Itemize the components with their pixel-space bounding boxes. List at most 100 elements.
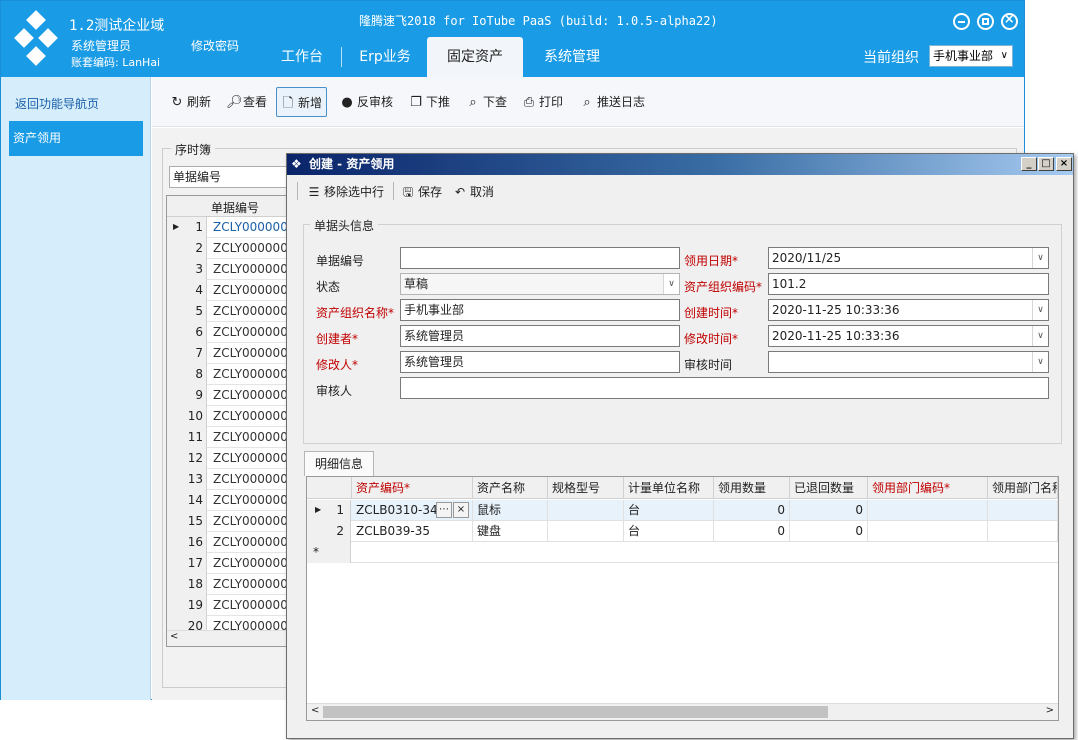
bill-no-cell[interactable]: ZCLY000000 bbox=[213, 343, 288, 363]
unit-cell[interactable]: 台 bbox=[624, 500, 714, 521]
creator-field[interactable]: 系统管理员 bbox=[400, 325, 680, 347]
table-row[interactable]: 13 ZCLY000000 bbox=[167, 469, 288, 490]
new-row[interactable]: * bbox=[307, 542, 1058, 563]
scrollbar-thumb[interactable] bbox=[323, 706, 828, 718]
bill-no-cell[interactable]: ZCLY000000 bbox=[213, 511, 288, 531]
returned-cell[interactable]: 0 bbox=[790, 521, 868, 542]
table-row[interactable]: 17 ZCLY000000 bbox=[167, 553, 288, 574]
scroll-left-icon[interactable]: < bbox=[170, 631, 178, 642]
bill-no-cell[interactable]: ZCLY000000 bbox=[213, 427, 288, 447]
cancel-button[interactable]: ↶ 取消 bbox=[453, 183, 494, 200]
column-header-qty[interactable]: 领用数量 bbox=[714, 477, 790, 499]
usage-date-field[interactable]: 2020/11/25 ∨ bbox=[768, 247, 1049, 269]
column-header-bill-no[interactable]: 单据编号 bbox=[211, 199, 259, 216]
org-code-field[interactable]: 101.2 bbox=[768, 273, 1049, 295]
column-header-asset-name[interactable]: 资产名称 bbox=[473, 477, 548, 499]
status-field[interactable]: 草稿 ∨ bbox=[400, 273, 680, 295]
unit-cell[interactable]: 台 bbox=[624, 521, 714, 542]
spec-cell[interactable] bbox=[548, 521, 624, 542]
table-row[interactable]: 18 ZCLY000000 bbox=[167, 574, 288, 595]
modified-time-field[interactable]: 2020-11-25 10:33:36 ∨ bbox=[768, 325, 1049, 347]
maximize-icon[interactable] bbox=[976, 13, 994, 30]
qty-cell[interactable]: 0 bbox=[714, 500, 790, 521]
detail-horizontal-scrollbar[interactable]: < > bbox=[307, 703, 1058, 720]
bill-no-cell[interactable]: ZCLY000000 bbox=[213, 469, 288, 489]
qty-cell[interactable]: 0 bbox=[714, 521, 790, 542]
bill-no-cell[interactable]: ZCLY000000 bbox=[213, 406, 288, 426]
dialog-maximize-icon[interactable]: □ bbox=[1038, 157, 1054, 171]
column-header-spec[interactable]: 规格型号 bbox=[548, 477, 624, 499]
org-name-field[interactable]: 手机事业部 bbox=[400, 299, 680, 321]
column-header-dept-name[interactable]: 领用部门名称 bbox=[988, 477, 1058, 499]
bill-no-cell[interactable]: ZCLY000000 bbox=[213, 238, 288, 258]
bill-no-cell[interactable]: ZCLY000000 bbox=[213, 217, 288, 237]
table-row[interactable]: 11 ZCLY000000 bbox=[167, 427, 288, 448]
remove-row-button[interactable]: ☰ 移除选中行 bbox=[307, 183, 384, 200]
bill-no-cell[interactable]: ZCLY000000 bbox=[213, 385, 288, 405]
scroll-right-icon[interactable]: > bbox=[1046, 705, 1054, 716]
org-select[interactable]: 手机事业部 ∨ bbox=[929, 45, 1013, 67]
table-row[interactable]: 2 ZCLB039-35 键盘 台 0 0 bbox=[307, 521, 1058, 542]
scroll-left-icon[interactable]: < bbox=[311, 705, 319, 716]
bill-no-field[interactable] bbox=[400, 247, 680, 269]
asset-name-cell[interactable]: 键盘 bbox=[473, 521, 548, 542]
dialog-minimize-icon[interactable]: _ bbox=[1021, 157, 1037, 171]
created-time-field[interactable]: 2020-11-25 10:33:36 ∨ bbox=[768, 299, 1049, 321]
table-row[interactable]: 15 ZCLY000000 bbox=[167, 511, 288, 532]
save-button[interactable]: 🖫︎ 保存 bbox=[401, 183, 442, 204]
dept-code-cell[interactable] bbox=[868, 521, 988, 542]
sidebar-item-asset-usage[interactable]: 资产领用 bbox=[9, 121, 143, 156]
table-row[interactable]: 4 ZCLY000000 bbox=[167, 280, 288, 301]
chevron-down-icon[interactable]: ∨ bbox=[1032, 300, 1048, 320]
asset-code-cell[interactable]: ZCLB039-35 bbox=[352, 521, 473, 542]
table-row[interactable]: 5 ZCLY000000 bbox=[167, 301, 288, 322]
dept-name-cell[interactable] bbox=[988, 521, 1058, 542]
tab-erp[interactable]: Erp业务 bbox=[345, 37, 425, 77]
minimize-icon[interactable] bbox=[953, 13, 970, 30]
column-header-dept-code[interactable]: 领用部门编码* bbox=[868, 477, 988, 499]
chevron-down-icon[interactable]: ∨ bbox=[1032, 352, 1048, 372]
column-header-asset-code[interactable]: 资产编码* bbox=[352, 477, 473, 499]
column-header-unit[interactable]: 计量单位名称 bbox=[624, 477, 714, 499]
audit-time-field[interactable]: ∨ bbox=[768, 351, 1049, 373]
chevron-down-icon[interactable]: ∨ bbox=[663, 274, 679, 294]
push-down-button[interactable]: ❐ 下推 bbox=[407, 87, 450, 117]
tab-workbench[interactable]: 工作台 bbox=[259, 37, 345, 77]
asset-code-cell[interactable]: ZCLB0310-34 ⋯ × bbox=[352, 500, 473, 521]
back-to-nav-link[interactable]: 返回功能导航页 bbox=[15, 95, 99, 112]
table-row[interactable]: ▶ 1 ZCLY000000 bbox=[167, 217, 288, 238]
bill-no-cell[interactable]: ZCLY000000 bbox=[213, 553, 288, 573]
unaudit-button[interactable]: ● 反审核 bbox=[338, 87, 393, 117]
column-header-returned[interactable]: 已退回数量 bbox=[790, 477, 868, 499]
auditor-field[interactable] bbox=[400, 377, 1049, 399]
table-row[interactable]: 19 ZCLY000000 bbox=[167, 595, 288, 616]
dept-code-cell[interactable] bbox=[868, 500, 988, 521]
bill-no-cell[interactable]: ZCLY000000 bbox=[213, 364, 288, 384]
change-password-link[interactable]: 修改密码 bbox=[191, 37, 239, 54]
bill-no-cell[interactable]: ZCLY000000 bbox=[213, 280, 288, 300]
tab-detail-info[interactable]: 明细信息 bbox=[304, 451, 374, 476]
modifier-field[interactable]: 系统管理员 bbox=[400, 351, 680, 373]
dialog-close-icon[interactable]: × bbox=[1056, 157, 1072, 171]
bill-no-cell[interactable]: ZCLY000000 bbox=[213, 595, 288, 615]
close-icon[interactable]: × bbox=[1000, 12, 1018, 30]
bill-no-cell[interactable]: ZCLY000000 bbox=[213, 448, 288, 468]
clear-icon[interactable]: × bbox=[453, 502, 469, 518]
bill-no-cell[interactable]: ZCLY000000 bbox=[213, 574, 288, 594]
bill-no-cell[interactable]: ZCLY000000 bbox=[213, 259, 288, 279]
table-row[interactable]: 10 ZCLY000000 bbox=[167, 406, 288, 427]
chevron-down-icon[interactable]: ∨ bbox=[1032, 326, 1048, 346]
bill-no-cell[interactable]: ZCLY000000 bbox=[213, 301, 288, 321]
more-icon[interactable]: ⋯ bbox=[436, 502, 452, 518]
horizontal-scrollbar[interactable]: < bbox=[167, 630, 288, 646]
table-row[interactable]: 16 ZCLY000000 bbox=[167, 532, 288, 553]
table-row[interactable]: 14 ZCLY000000 bbox=[167, 490, 288, 511]
bill-no-search-input[interactable]: 单据编号 bbox=[169, 166, 287, 188]
view-button[interactable]: 🔎︎查看 bbox=[224, 87, 267, 117]
dept-name-cell[interactable] bbox=[988, 500, 1058, 521]
tab-fixed-assets[interactable]: 固定资产 bbox=[427, 37, 523, 77]
chevron-down-icon[interactable]: ∨ bbox=[1032, 248, 1048, 268]
bill-no-cell[interactable]: ZCLY000000 bbox=[213, 490, 288, 510]
add-button[interactable]: 🗋︎ 新增 bbox=[276, 87, 328, 117]
table-row[interactable]: 9 ZCLY000000 bbox=[167, 385, 288, 406]
